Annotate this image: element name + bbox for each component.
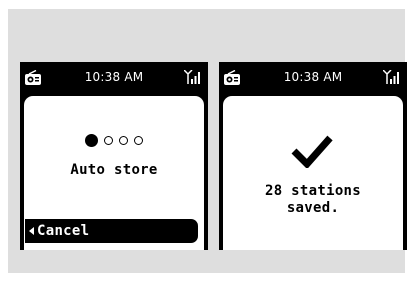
- stations-saved-screen: 10:38 AM 28 stations saved.: [219, 62, 407, 250]
- progress-dot: [134, 136, 143, 145]
- checkmark-icon: [291, 135, 333, 168]
- auto-store-title: Auto store: [70, 162, 158, 178]
- progress-dot-active: [85, 134, 98, 147]
- status-time: 10:38 AM: [84, 70, 144, 84]
- progress-dot: [104, 136, 113, 145]
- signal-icon: [184, 70, 200, 84]
- progress-dots: [24, 134, 204, 147]
- status-time: 10:38 AM: [283, 70, 343, 84]
- cancel-label: Cancel: [37, 223, 90, 239]
- status-bar: 10:38 AM: [20, 62, 208, 94]
- screen-content: Auto store Cancel: [24, 96, 204, 250]
- message-line-2: saved.: [286, 200, 340, 216]
- auto-store-screen: 10:38 AM Auto store Cancel: [20, 62, 208, 250]
- left-arrow-icon: [29, 227, 34, 235]
- stations-saved-message: 28 stations saved.: [223, 183, 403, 217]
- message-line-1: 28 stations: [264, 183, 362, 199]
- signal-icon: [383, 70, 399, 84]
- progress-dot: [119, 136, 128, 145]
- cancel-button[interactable]: Cancel: [25, 219, 198, 243]
- status-bar: 10:38 AM: [219, 62, 407, 94]
- screen-content: 28 stations saved.: [223, 96, 403, 250]
